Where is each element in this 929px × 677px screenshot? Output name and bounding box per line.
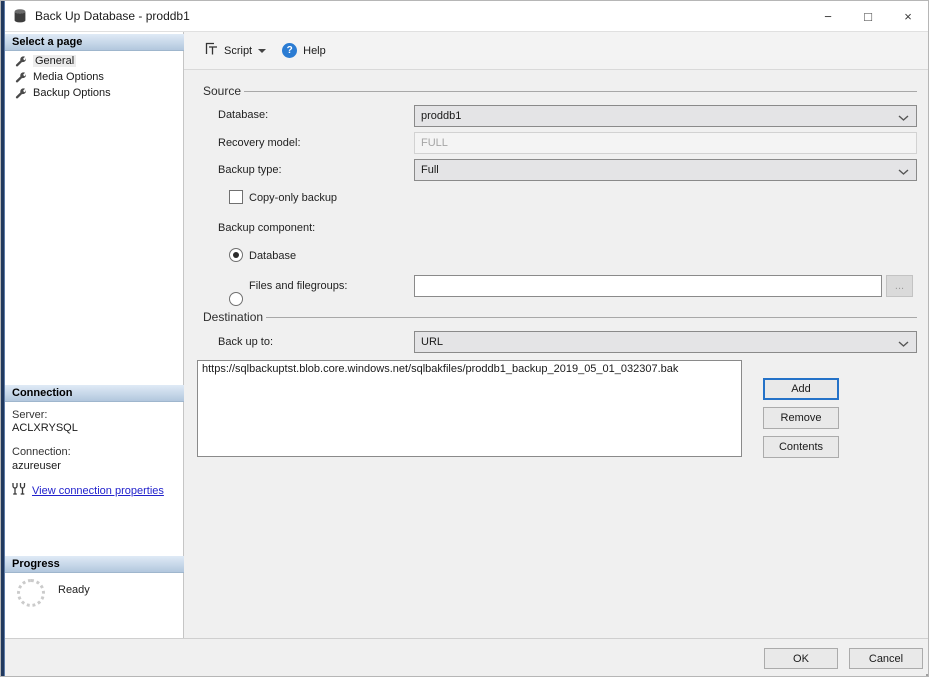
chevron-down-icon [898, 339, 909, 351]
back-up-to-label: Back up to: [218, 336, 273, 348]
minimize-button[interactable]: − [808, 1, 848, 32]
database-radio-label[interactable]: Database [249, 250, 296, 262]
sidebar-item-label: Media Options [33, 71, 104, 83]
help-label: Help [303, 45, 326, 57]
database-radio[interactable] [229, 248, 243, 262]
server-value: ACLXRYSQL [12, 422, 78, 434]
sidebar-panel [5, 32, 184, 638]
database-select[interactable]: proddb1 [414, 105, 917, 127]
backup-type-selected-value: Full [421, 164, 439, 176]
server-label: Server: [12, 409, 47, 421]
connection-value: azureuser [12, 460, 61, 472]
destination-group-label: Destination [200, 310, 266, 324]
chevron-down-icon [898, 113, 909, 125]
window-controls: − □ × [808, 1, 928, 32]
ok-button[interactable]: OK [764, 648, 838, 669]
sidebar-item-backup-options[interactable]: Backup Options [9, 85, 179, 101]
source-group-line [200, 91, 917, 92]
back-up-to-select[interactable]: URL [414, 331, 917, 353]
browse-button: ... [886, 275, 913, 297]
help-icon: ? [282, 43, 297, 58]
help-button[interactable]: ? Help [276, 39, 332, 62]
view-connection-properties-link[interactable]: View connection properties [32, 485, 164, 497]
recovery-model-field: FULL [414, 132, 917, 154]
connection-label: Connection: [12, 446, 71, 458]
destination-group-line [200, 317, 917, 318]
database-label: Database: [218, 109, 268, 121]
resize-grip[interactable] [922, 670, 924, 672]
sidebar-item-label: General [33, 55, 76, 67]
script-label: Script [224, 45, 252, 57]
add-button[interactable]: Add [763, 378, 839, 400]
sidebar-item-label: Backup Options [33, 87, 111, 99]
connection-header: Connection [5, 385, 184, 402]
wrench-icon [15, 55, 27, 67]
backup-type-label: Backup type: [218, 164, 282, 176]
wrench-icon [15, 71, 27, 83]
dialog-toolbar: Script ? Help [184, 32, 929, 70]
files-and-filegroups-radio[interactable] [229, 292, 243, 306]
progress-header: Progress [5, 556, 184, 573]
script-icon [204, 42, 218, 59]
backup-url-item[interactable]: https://sqlbackuptst.blob.core.windows.n… [202, 363, 737, 375]
close-button[interactable]: × [888, 1, 928, 32]
database-icon [12, 8, 28, 27]
recovery-model-label: Recovery model: [218, 137, 301, 149]
backup-type-select[interactable]: Full [414, 159, 917, 181]
cancel-button[interactable]: Cancel [849, 648, 923, 669]
database-selected-value: proddb1 [421, 110, 461, 122]
files-and-filegroups-field[interactable] [414, 275, 882, 297]
connection-properties-icon [11, 482, 27, 499]
progress-spinner-icon [17, 579, 45, 607]
back-up-to-selected-value: URL [421, 336, 443, 348]
wrench-icon [15, 87, 27, 99]
select-a-page-header: Select a page [5, 34, 184, 51]
contents-button[interactable]: Contents [763, 436, 839, 458]
source-group-label: Source [200, 84, 244, 98]
script-button[interactable]: Script [198, 38, 272, 63]
files-and-filegroups-label[interactable]: Files and filegroups: [249, 280, 347, 292]
chevron-down-icon [258, 49, 266, 57]
sidebar-item-media-options[interactable]: Media Options [9, 69, 179, 85]
remove-button[interactable]: Remove [763, 407, 839, 429]
backup-database-dialog: Back Up Database - proddb1 − □ × Script … [0, 0, 929, 677]
copy-only-backup-label[interactable]: Copy-only backup [249, 192, 337, 204]
chevron-down-icon [898, 167, 909, 179]
backup-destinations-listbox[interactable]: https://sqlbackuptst.blob.core.windows.n… [197, 360, 742, 457]
backup-component-label: Backup component: [218, 222, 315, 234]
sidebar-item-general[interactable]: General [9, 53, 179, 69]
progress-status: Ready [58, 584, 90, 596]
window-title: Back Up Database - proddb1 [35, 1, 190, 32]
maximize-button[interactable]: □ [848, 1, 888, 32]
view-connection-properties-row: View connection properties [11, 482, 164, 499]
copy-only-backup-checkbox[interactable] [229, 190, 243, 204]
